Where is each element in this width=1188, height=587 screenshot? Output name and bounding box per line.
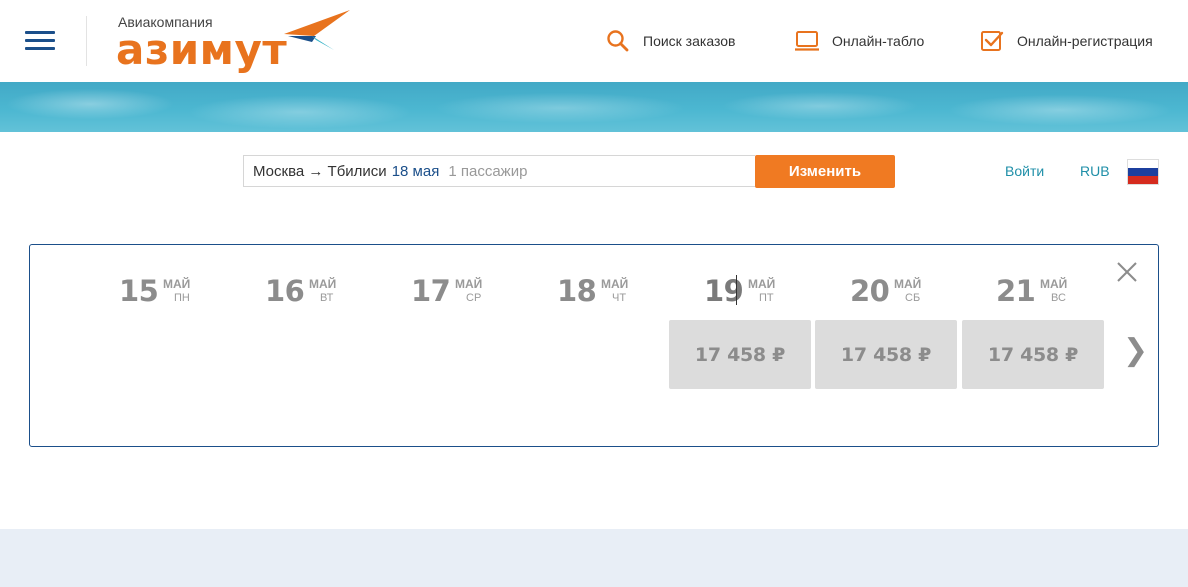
day-number: 19	[704, 274, 744, 308]
chevron-right-icon[interactable]: ❯	[1123, 333, 1148, 368]
sky-banner	[0, 82, 1188, 132]
logo-title: азимут	[116, 25, 288, 74]
search-route: Москва → Тбилиси	[253, 162, 387, 180]
footer	[0, 529, 1188, 587]
search-icon	[607, 30, 629, 52]
day-month: МАЙ	[1040, 277, 1068, 291]
search-date: 18 мая	[391, 162, 440, 180]
day-weekday: СБ	[905, 292, 921, 304]
day-month: МАЙ	[894, 277, 922, 291]
header: Авиакомпания азимут Поиск заказов Онлайн…	[0, 0, 1188, 82]
airline-logo[interactable]: Авиакомпания азимут	[116, 8, 356, 74]
search-passengers: 1 пассажир	[448, 162, 528, 180]
day-weekday: ВС	[1051, 292, 1066, 304]
day-month: МАЙ	[601, 277, 629, 291]
price-cell[interactable]: 17 458 ₽	[669, 320, 811, 389]
nav-online-board-label: Онлайн-табло	[832, 33, 925, 49]
price-cell[interactable]: 17 458 ₽	[962, 320, 1104, 389]
day-number: 21	[996, 274, 1036, 308]
day-weekday: ПТ	[759, 292, 774, 304]
nav-order-search-label: Поиск заказов	[643, 33, 736, 49]
close-icon[interactable]	[1115, 260, 1139, 284]
nav-online-checkin-label: Онлайн-регистрация	[1017, 33, 1153, 49]
day-number: 20	[850, 274, 890, 308]
day-month: МАЙ	[455, 277, 483, 291]
calendar-day[interactable]: 18 МАЙ ЧТ	[557, 272, 637, 308]
nav-order-search[interactable]: Поиск заказов	[605, 28, 735, 54]
menu-icon[interactable]	[25, 31, 55, 51]
day-number: 17	[411, 274, 451, 308]
login-link[interactable]: Войти	[1005, 163, 1044, 179]
monitor-icon	[795, 31, 819, 51]
header-divider	[86, 16, 87, 66]
search-summary-field[interactable]: Москва → Тбилиси 18 мая 1 пассажир	[243, 155, 755, 187]
text-cursor	[736, 275, 737, 305]
day-month: МАЙ	[748, 277, 776, 291]
calendar-day[interactable]: 21 МАЙ ВС	[996, 272, 1076, 308]
russia-flag-icon[interactable]	[1128, 160, 1158, 184]
price-cell[interactable]: 17 458 ₽	[815, 320, 957, 389]
date-price-calendar: 15 МАЙ ПН 16 МАЙ ВТ 17 МАЙ СР 18 МАЙ ЧТ …	[29, 244, 1159, 447]
calendar-day[interactable]: 15 МАЙ ПН	[119, 272, 199, 308]
calendar-day[interactable]: 19 МАЙ ПТ	[704, 272, 784, 308]
day-number: 16	[265, 274, 305, 308]
change-search-button[interactable]: Изменить	[755, 155, 895, 188]
currency-selector[interactable]: RUB	[1080, 163, 1110, 179]
day-weekday: ПН	[174, 292, 190, 304]
calendar-day[interactable]: 16 МАЙ ВТ	[265, 272, 345, 308]
nav-online-checkin[interactable]: Онлайн-регистрация	[979, 28, 1153, 54]
nav-online-board[interactable]: Онлайн-табло	[794, 28, 924, 54]
day-weekday: ЧТ	[612, 292, 627, 304]
day-number: 18	[557, 274, 597, 308]
checkbox-icon	[981, 31, 1004, 51]
day-weekday: ВТ	[320, 292, 334, 304]
day-month: МАЙ	[163, 277, 191, 291]
calendar-day[interactable]: 17 МАЙ СР	[411, 272, 491, 308]
calendar-day[interactable]: 20 МАЙ СБ	[850, 272, 930, 308]
logo-plane-icon	[284, 10, 350, 50]
day-weekday: СР	[466, 292, 482, 304]
day-month: МАЙ	[309, 277, 337, 291]
day-number: 15	[119, 274, 159, 308]
